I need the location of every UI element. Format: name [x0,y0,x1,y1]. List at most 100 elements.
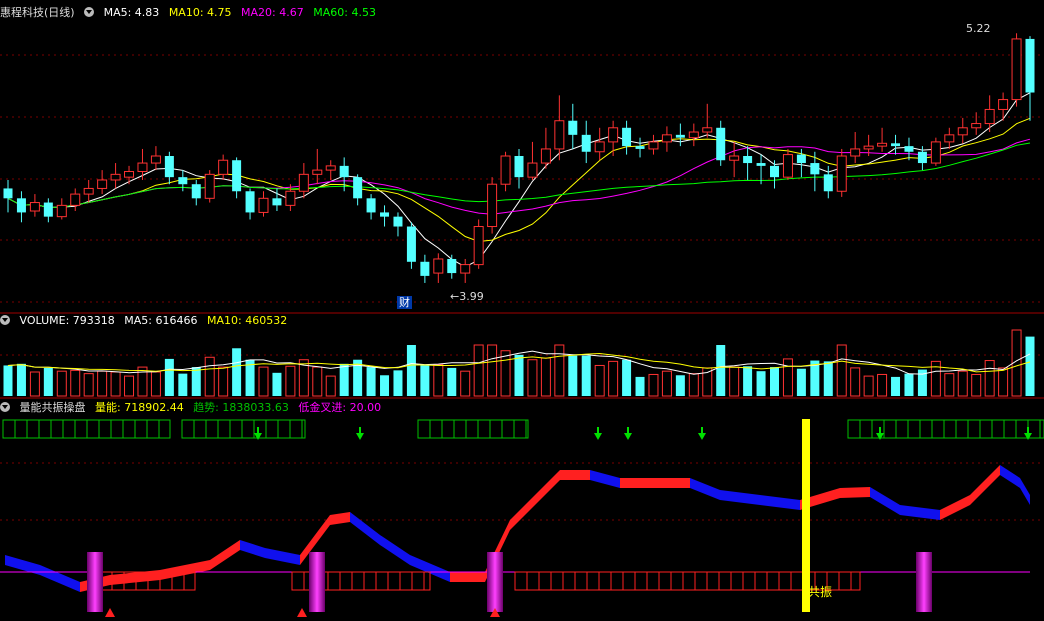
candle-body [675,134,685,138]
energy-ribbon [1020,478,1030,505]
candle-body [850,148,861,157]
candle-body [877,142,888,147]
volume-bar [16,363,26,396]
candle-body [325,165,336,171]
candle-body [447,258,457,274]
energy-ribbon [970,465,1000,505]
volume-bar [204,356,215,397]
down-arrow-icon [876,433,884,440]
candle-body [1011,38,1022,101]
candle-body [756,163,766,166]
indicator-title[interactable]: 量能共振操盘 [20,401,86,414]
volume-bar [232,348,242,396]
candle-body [568,120,578,135]
volume-bar [823,361,833,396]
energy-ribbon [210,540,240,570]
volume-bar [29,371,40,397]
stock-title[interactable]: 惠程科技(日线) [0,6,75,19]
high-price-label: 5.22 [966,22,991,35]
candle-body [527,162,538,178]
settings-dot-icon[interactable] [84,7,95,17]
energy-ribbon [510,470,560,530]
candle-body [420,261,430,276]
candle-body [312,169,323,175]
volume-bar [97,370,108,397]
candle-body [944,134,955,143]
volume-bar [756,371,766,396]
signal-box-strip [181,419,306,439]
settings-dot-icon[interactable] [0,402,10,412]
candle-body [393,216,403,227]
signal-pillar [309,552,325,612]
candle-body [460,264,471,274]
volume-bar [796,368,806,396]
signal-box-strip [417,419,529,439]
volume-bar [164,358,174,396]
candle-body [272,198,282,206]
volume-bar [904,373,914,396]
volume-bar [380,375,390,396]
ma20-label: MA20: 4.67 [241,6,304,19]
candle-body [743,156,753,164]
candle-body [702,127,713,133]
volume-bar [420,365,430,396]
candle-body [917,151,927,164]
candle-body [688,131,699,139]
candle-body [971,123,982,129]
energy-ribbon [900,505,940,520]
volume-bar [540,357,551,397]
volume-bar [433,364,444,397]
energy-ribbon [560,470,590,480]
volume-bar [473,344,484,397]
energy-ribbon [760,495,800,510]
candle-body [782,154,793,178]
candle-body [83,187,94,195]
candle-body [540,148,551,164]
volume-bar [581,355,591,396]
candle-body [298,173,309,192]
candle-body [661,134,672,143]
volume-bar [568,355,578,396]
volume-bar [850,367,861,397]
candle-body [232,160,242,192]
volume-bar [339,363,349,396]
candle-body [836,155,847,192]
candle-body [984,108,995,125]
settings-dot-icon[interactable] [0,315,10,325]
candle-body [810,163,820,175]
volume-bar [150,371,161,397]
volume-bar [957,370,968,397]
main-panel-header: 惠程科技(日线) MA5: 4.83 MA10: 4.75 MA20: 4.67… [0,5,382,21]
volume-bar [325,375,336,397]
indicator-panel-header: 量能共振操盘 量能: 718902.44 趋势: 1838033.63 低金叉进… [0,400,387,416]
volume-bar [285,365,296,397]
financial-report-badge[interactable]: 财 [397,296,412,309]
volume-bar [622,359,632,396]
candle-body [487,183,498,228]
candle-body [796,154,806,164]
volume-bar [661,370,672,397]
volume-bar [178,373,188,396]
volume-bar [124,375,135,397]
candle-body [29,202,40,212]
volume-bar [675,375,685,396]
volume-bar [554,344,565,397]
buy-marker-icon [105,608,115,617]
volume-bar [500,350,511,397]
signal-pillar [87,552,103,612]
candle-body [56,204,67,218]
volume-bar [608,360,619,397]
energy-ribbon [690,478,720,500]
energy-ribbon [940,495,970,520]
candle-body [16,198,26,213]
candle-body [3,188,13,199]
vol-ma5-label: MA5: 616466 [124,314,198,327]
down-arrow-icon [698,433,706,440]
dijin-label: 低金叉进: 20.00 [298,401,382,414]
volume-bar [1025,336,1035,396]
buy-marker-icon [297,608,307,617]
candle-body [648,141,659,150]
volume-bar [137,366,148,397]
candle-body [635,146,645,149]
volume-bar [648,373,659,397]
